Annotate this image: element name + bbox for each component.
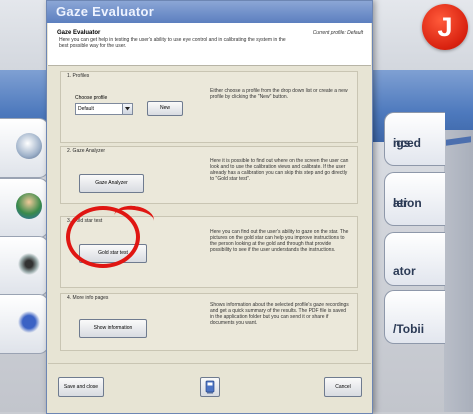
dialog-header: Gaze Evaluator Here you can get help in … — [48, 23, 371, 65]
current-profile-label: Current profile: Default — [312, 30, 363, 36]
divider — [48, 65, 371, 66]
tile-advanced-settings[interactable]: nced igs — [384, 112, 445, 166]
header-description: Here you can get help in testing the use… — [59, 37, 286, 49]
arrow-icon — [16, 309, 42, 335]
dialog-titlebar: Gaze Evaluator — [47, 1, 372, 23]
profile-select-value: Default — [78, 106, 94, 112]
gold-star-description: Here you can find out the user's ability… — [210, 229, 349, 253]
chevron-down-icon[interactable] — [122, 104, 132, 114]
dialog-title: Gaze Evaluator — [56, 4, 155, 19]
tile-label: /Tobii — [393, 322, 425, 336]
stopwatch-icon — [16, 133, 42, 159]
profile-select[interactable]: Default — [75, 103, 133, 115]
gaze-analyzer-button[interactable]: Gaze Analyzer — [79, 174, 144, 193]
tile-label: ler — [393, 196, 408, 210]
profiles-description: Either choose a profile from the drop do… — [210, 88, 348, 100]
tile-label: ator — [393, 264, 416, 278]
tile-evaluator[interactable]: ator — [384, 232, 445, 286]
header-title: Gaze Evaluator — [57, 30, 101, 36]
more-info-description: Shows information about the selected pro… — [210, 302, 349, 326]
cancel-button[interactable]: Cancel — [324, 377, 362, 397]
user-icon — [16, 193, 42, 219]
background-right-panel — [444, 130, 473, 412]
user-tile[interactable] — [0, 178, 49, 238]
eye-tile[interactable] — [0, 236, 49, 296]
tile-label: igs — [393, 136, 411, 150]
new-profile-button[interactable]: New — [147, 101, 183, 116]
help-button[interactable] — [200, 377, 220, 397]
save-and-close-button[interactable]: Save and close — [58, 377, 104, 397]
section-title: 1. Profiles — [67, 73, 90, 79]
show-information-button[interactable]: Show information — [79, 319, 147, 338]
divider — [48, 363, 371, 364]
choose-profile-label: Choose profile — [75, 95, 108, 101]
help-book-icon — [205, 380, 215, 394]
gaze-analyzer-description: Here it is possible to find out where on… — [210, 158, 349, 182]
step-badge: J — [422, 4, 468, 50]
section-title: 2. Gaze Analyzer — [67, 148, 106, 154]
more-info-section: 4. More info pages Show information Show… — [60, 293, 358, 351]
gaze-evaluator-dialog: Gaze Evaluator Gaze Evaluator Here you c… — [46, 0, 373, 414]
stopwatch-tile[interactable] — [0, 118, 49, 178]
section-title: 4. More info pages — [67, 295, 109, 301]
arrow-tile[interactable] — [0, 294, 49, 354]
profiles-section: 1. Profiles Choose profile Default New E… — [60, 71, 358, 143]
eye-icon — [16, 251, 42, 277]
tile-calibration[interactable]: ation ler — [384, 172, 445, 226]
gaze-analyzer-section: 2. Gaze Analyzer Gaze Analyzer Here it i… — [60, 146, 358, 204]
tile-tobii[interactable]: /Tobii — [384, 290, 445, 344]
